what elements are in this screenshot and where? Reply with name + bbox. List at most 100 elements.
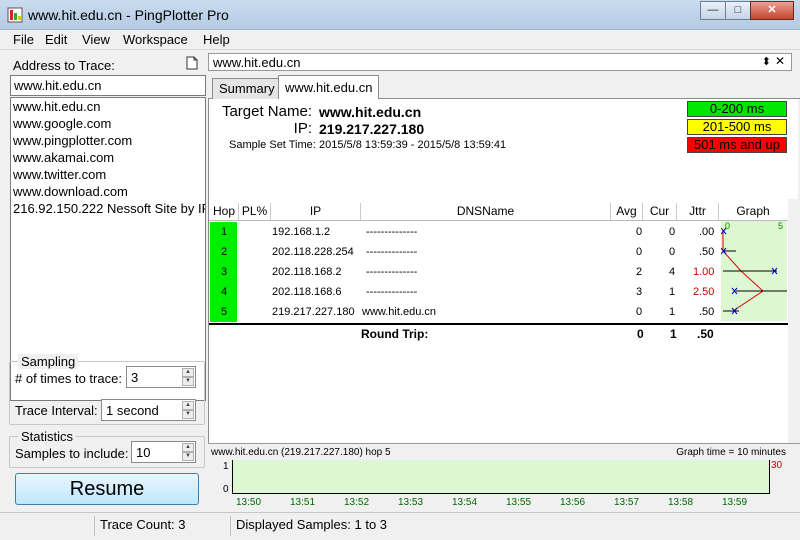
round-trip-avg: 0 xyxy=(637,327,644,341)
menu-bar: File Edit View Workspace Help xyxy=(0,30,800,50)
legend-red: 501 ms and up xyxy=(687,137,787,153)
samples-spinner[interactable]: 10 ▲ ▼ xyxy=(131,441,196,463)
sampling-title: Sampling xyxy=(18,354,79,369)
close-window-button[interactable]: ✕ xyxy=(750,1,794,20)
history-item[interactable]: 216.92.150.222 Nessoft Site by IP xyxy=(11,200,205,217)
legend-yellow: 201-500 ms xyxy=(687,119,787,135)
maximize-button[interactable]: □ xyxy=(725,1,751,20)
time-tick: 13:53 xyxy=(398,497,424,508)
menu-view[interactable]: View xyxy=(82,32,110,47)
hop-jitter: .00 xyxy=(699,226,715,238)
y-axis-bottom: 0 xyxy=(223,484,229,495)
time-graph-plot xyxy=(232,460,769,494)
table-row[interactable]: 5 219.217.227.180 www.hit.edu.cn 0 1 .50 xyxy=(209,302,789,322)
hop-ip: 202.118.168.6 xyxy=(272,286,342,298)
time-tick: 13:54 xyxy=(452,497,478,508)
hop-number: 2 xyxy=(210,242,237,262)
col-jttr[interactable]: Jttr xyxy=(677,203,719,221)
hop-cur: 1 xyxy=(669,286,676,298)
ip-label: IP: xyxy=(293,120,312,137)
time-graph-panel: www.hit.edu.cn (219.217.227.180) hop 5 G… xyxy=(208,443,800,510)
spin-up-icon[interactable]: ▲ xyxy=(182,368,194,377)
minimize-button[interactable]: — xyxy=(700,1,726,20)
spin-up-icon[interactable]: ▲ xyxy=(182,443,194,452)
tab-target[interactable]: www.hit.edu.cn xyxy=(278,75,380,100)
hop-number: 5 xyxy=(210,302,237,322)
spin-down-icon[interactable]: ▼ xyxy=(182,452,194,461)
times-spinner[interactable]: 3 ▲ ▼ xyxy=(126,366,196,388)
statistics-group: Statistics Samples to include: 10 ▲ ▼ xyxy=(9,429,205,468)
status-separator xyxy=(230,516,231,536)
tab-summary[interactable]: Summary xyxy=(212,78,282,99)
spin-up-icon[interactable]: ▲ xyxy=(182,401,194,410)
menu-edit[interactable]: Edit xyxy=(45,32,67,47)
hop-avg: 2 xyxy=(636,266,643,278)
hop-cur: 4 xyxy=(669,266,676,278)
time-tick: 13:50 xyxy=(236,497,262,508)
interval-value: 1 second xyxy=(106,403,159,418)
col-avg[interactable]: Avg xyxy=(611,203,643,221)
menu-file[interactable]: File xyxy=(13,32,34,47)
time-tick: 13:59 xyxy=(722,497,748,508)
hop-jitter: 2.50 xyxy=(693,286,715,298)
target-address-text: www.hit.edu.cn xyxy=(213,55,301,70)
hop-dns: -------------- xyxy=(366,226,418,238)
address-label: Address to Trace: xyxy=(13,58,115,73)
table-row[interactable]: 1 192.168.1.2 -------------- 0 0 .00 xyxy=(209,222,789,242)
resume-button[interactable]: Resume xyxy=(15,473,199,505)
table-row[interactable]: 4 202.118.168.6 -------------- 3 1 2.50 xyxy=(209,282,789,302)
col-graph[interactable]: Graph xyxy=(719,203,787,221)
history-item[interactable]: www.hit.edu.cn xyxy=(11,98,205,115)
hop-avg: 0 xyxy=(636,306,643,318)
graph-time-label: Graph time = 10 minutes xyxy=(676,447,786,458)
y-axis-top: 1 xyxy=(223,461,229,472)
interval-label: Trace Interval: xyxy=(15,403,98,418)
sample-set-value: 2015/5/8 13:59:39 - 2015/5/8 13:59:41 xyxy=(319,139,507,151)
table-row[interactable]: 2 202.118.228.254 -------------- 0 0 .50 xyxy=(209,242,789,262)
col-hop[interactable]: Hop xyxy=(210,203,239,221)
target-name-value: www.hit.edu.cn xyxy=(319,104,422,120)
col-ip[interactable]: IP xyxy=(271,203,361,221)
history-item[interactable]: www.download.com xyxy=(11,183,205,200)
close-trace-icon[interactable]: ✕ xyxy=(775,54,785,68)
pin-icon[interactable]: ⬍ xyxy=(762,55,771,68)
left-panel: Address to Trace: www.hit.edu.cn www.goo… xyxy=(6,53,206,510)
history-item[interactable]: www.akamai.com xyxy=(11,149,205,166)
hop-ip: 219.217.227.180 xyxy=(272,306,355,318)
tab-strip: Summary www.hit.edu.cn xyxy=(208,75,800,100)
col-dnsname[interactable]: DNSName xyxy=(361,203,611,221)
hop-avg: 3 xyxy=(636,286,643,298)
target-name-label: Target Name: xyxy=(221,103,312,120)
time-tick: 13:51 xyxy=(290,497,316,508)
interval-spinner[interactable]: 1 second ▲ ▼ xyxy=(101,399,196,421)
hop-avg: 0 xyxy=(636,246,643,258)
hop-dns: -------------- xyxy=(366,286,418,298)
new-document-icon[interactable] xyxy=(186,56,198,70)
right-panel: www.hit.edu.cn ⬍ ✕ Summary www.hit.edu.c… xyxy=(208,53,800,529)
menu-workspace[interactable]: Workspace xyxy=(123,32,188,47)
hop-cur: 0 xyxy=(669,226,676,238)
status-bar: Trace Count: 3 Displayed Samples: 1 to 3 xyxy=(0,512,800,540)
y-axis-right-value: 30 xyxy=(771,460,783,471)
hop-cur: 0 xyxy=(669,246,676,258)
ip-value: 219.217.227.180 xyxy=(319,121,425,137)
table-row[interactable]: 3 202.118.168.2 -------------- 2 4 1.00 xyxy=(209,262,789,282)
col-cur[interactable]: Cur xyxy=(643,203,677,221)
history-item[interactable]: www.google.com xyxy=(11,115,205,132)
round-trip-cur: 1 xyxy=(670,327,677,341)
time-tick: 13:55 xyxy=(506,497,532,508)
spin-down-icon[interactable]: ▼ xyxy=(182,410,194,419)
time-tick: 13:57 xyxy=(614,497,640,508)
address-input[interactable] xyxy=(10,75,206,96)
trace-area: Target Name: www.hit.edu.cn IP: 219.217.… xyxy=(208,99,798,529)
hop-ip: 192.168.1.2 xyxy=(272,226,331,238)
samples-label: Samples to include: xyxy=(15,446,129,461)
window-title: www.hit.edu.cn - PingPlotter Pro xyxy=(28,7,229,23)
history-item[interactable]: www.pingplotter.com xyxy=(11,132,205,149)
samples-value: 10 xyxy=(136,445,151,460)
history-item[interactable]: www.twitter.com xyxy=(11,166,205,183)
menu-help[interactable]: Help xyxy=(203,32,230,47)
spin-down-icon[interactable]: ▼ xyxy=(182,377,194,386)
hop-number: 3 xyxy=(210,262,237,282)
col-pl[interactable]: PL% xyxy=(239,203,271,221)
